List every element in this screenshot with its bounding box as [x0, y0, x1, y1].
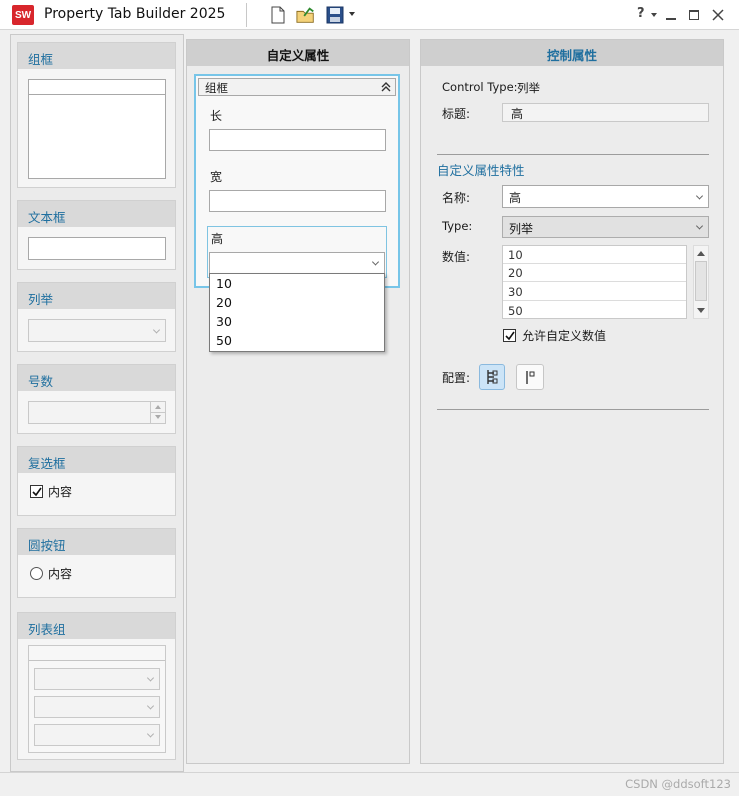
- spinner-icon: [150, 402, 165, 423]
- values-list-item[interactable]: 10: [503, 246, 686, 264]
- toolbox-text-box-title: 文本框: [18, 201, 175, 227]
- dropdown-option[interactable]: 30: [216, 314, 232, 329]
- scroll-thumb[interactable]: [695, 261, 707, 301]
- toolbox-text-box[interactable]: 文本框: [17, 200, 176, 270]
- name-combo[interactable]: 高: [502, 185, 709, 208]
- chevron-down-icon: [152, 325, 161, 334]
- new-file-icon[interactable]: [268, 5, 288, 25]
- custom-properties-header: 自定义属性: [187, 40, 409, 66]
- toolbox-checkbox-title: 复选框: [18, 447, 175, 473]
- save-dropdown-arrow-icon[interactable]: [349, 12, 355, 16]
- toolbox-checkbox[interactable]: 复选框 内容: [17, 446, 176, 516]
- field-length-input[interactable]: [209, 129, 386, 151]
- radio-preview: [30, 567, 43, 580]
- field-height-label: 高: [211, 232, 224, 246]
- allow-custom-checkbox[interactable]: [503, 329, 516, 342]
- name-label: 名称:: [442, 191, 471, 205]
- scroll-down-icon[interactable]: [697, 308, 705, 313]
- toolbar-separator: [246, 3, 247, 27]
- designed-group-title: 组框: [205, 81, 228, 95]
- config-single-button[interactable]: [516, 364, 544, 390]
- values-list[interactable]: 10 20 30 50: [502, 245, 687, 319]
- list-group-preview: [28, 645, 166, 753]
- checkbox-preview-label: 内容: [48, 485, 73, 499]
- toolbox-list-title: 列举: [18, 283, 175, 309]
- checkmark-icon: [504, 331, 515, 340]
- scroll-up-icon[interactable]: [697, 251, 705, 256]
- type-label: Type:: [442, 219, 473, 233]
- help-icon[interactable]: ?: [637, 6, 645, 21]
- designed-group-box[interactable]: 组框 长 宽 高: [194, 74, 400, 288]
- toolbox-list-group[interactable]: 列表组: [17, 612, 176, 760]
- values-scrollbar[interactable]: [693, 245, 709, 319]
- toolbox-number[interactable]: 号数: [17, 364, 176, 434]
- toolbox-list-group-title: 列表组: [18, 613, 175, 639]
- divider: [437, 154, 709, 155]
- values-label: 数值:: [442, 250, 471, 264]
- toolbox-group-box-title: 组框: [18, 43, 175, 69]
- type-combo[interactable]: 列举: [502, 216, 709, 238]
- config-label: 配置:: [442, 371, 471, 385]
- save-icon[interactable]: [325, 5, 345, 25]
- checkbox-preview: [30, 485, 43, 498]
- caption-value: 高: [511, 107, 524, 121]
- control-properties-header: 控制属性: [421, 40, 723, 66]
- values-list-item[interactable]: 30: [503, 283, 686, 301]
- field-width-label: 宽: [210, 170, 223, 184]
- watermark-text: CSDN @ddsoft123: [625, 777, 731, 791]
- control-properties-panel: 控制属性: [420, 39, 724, 764]
- help-dropdown-arrow-icon[interactable]: [651, 13, 657, 17]
- toolbox-list[interactable]: 列举: [17, 282, 176, 352]
- status-bar: CSDN @ddsoft123: [0, 772, 739, 796]
- divider: [437, 409, 709, 410]
- chevron-down-icon[interactable]: [695, 222, 704, 230]
- toolbox-radio[interactable]: 圆按钮 内容: [17, 528, 176, 598]
- values-list-item[interactable]: 50: [503, 302, 686, 318]
- field-width-input[interactable]: [209, 190, 386, 212]
- chevron-down-icon[interactable]: [695, 191, 704, 200]
- control-type-value: 列举: [517, 81, 540, 95]
- caption-label: 标题:: [442, 107, 471, 121]
- config-single-icon: [526, 371, 535, 384]
- name-value: 高: [509, 191, 522, 205]
- caption-field: 高: [502, 103, 709, 122]
- title-bar: SW Property Tab Builder 2025 ?: [0, 0, 739, 30]
- values-list-item[interactable]: 20: [503, 264, 686, 282]
- dropdown-option[interactable]: 10: [216, 276, 232, 291]
- text-box-preview: [28, 237, 166, 260]
- height-combo-dropdown-list[interactable]: 10 20 30 50: [209, 273, 385, 352]
- field-height-combo[interactable]: [209, 252, 385, 274]
- group-box-preview: [28, 79, 166, 179]
- control-type-label: Control Type:: [442, 80, 518, 94]
- maximize-icon[interactable]: [685, 6, 703, 24]
- checkmark-icon: [31, 487, 42, 496]
- solidworks-logo-icon: SW: [12, 5, 34, 25]
- config-all-button[interactable]: [479, 364, 505, 390]
- radio-preview-label: 内容: [48, 567, 73, 581]
- section-title: 自定义属性特性: [437, 163, 525, 178]
- minimize-icon[interactable]: [662, 6, 680, 24]
- toolbox-radio-title: 圆按钮: [18, 529, 175, 555]
- height-control-selection[interactable]: 高: [207, 226, 387, 278]
- app-title: Property Tab Builder 2025: [44, 6, 226, 22]
- toolbox-number-title: 号数: [18, 365, 175, 391]
- list-group-dropdown-3: [34, 724, 160, 746]
- toolbox-group-box[interactable]: 组框: [17, 42, 176, 188]
- close-icon[interactable]: [709, 6, 727, 24]
- chevron-down-icon[interactable]: [371, 258, 380, 266]
- type-value: 列举: [509, 222, 534, 236]
- open-folder-icon[interactable]: [296, 5, 316, 25]
- designed-group-header: 组框: [198, 78, 396, 96]
- dropdown-option[interactable]: 20: [216, 295, 232, 310]
- list-group-dropdown-1: [34, 668, 160, 690]
- number-preview-field: [28, 401, 166, 424]
- config-tree-icon: [487, 370, 498, 384]
- allow-custom-label: 允许自定义数值: [522, 329, 607, 343]
- collapse-icon[interactable]: [381, 81, 391, 96]
- list-group-dropdown-2: [34, 696, 160, 718]
- dropdown-option[interactable]: 50: [216, 333, 232, 348]
- list-preview-dropdown: [28, 319, 166, 342]
- field-length-label: 长: [210, 109, 223, 123]
